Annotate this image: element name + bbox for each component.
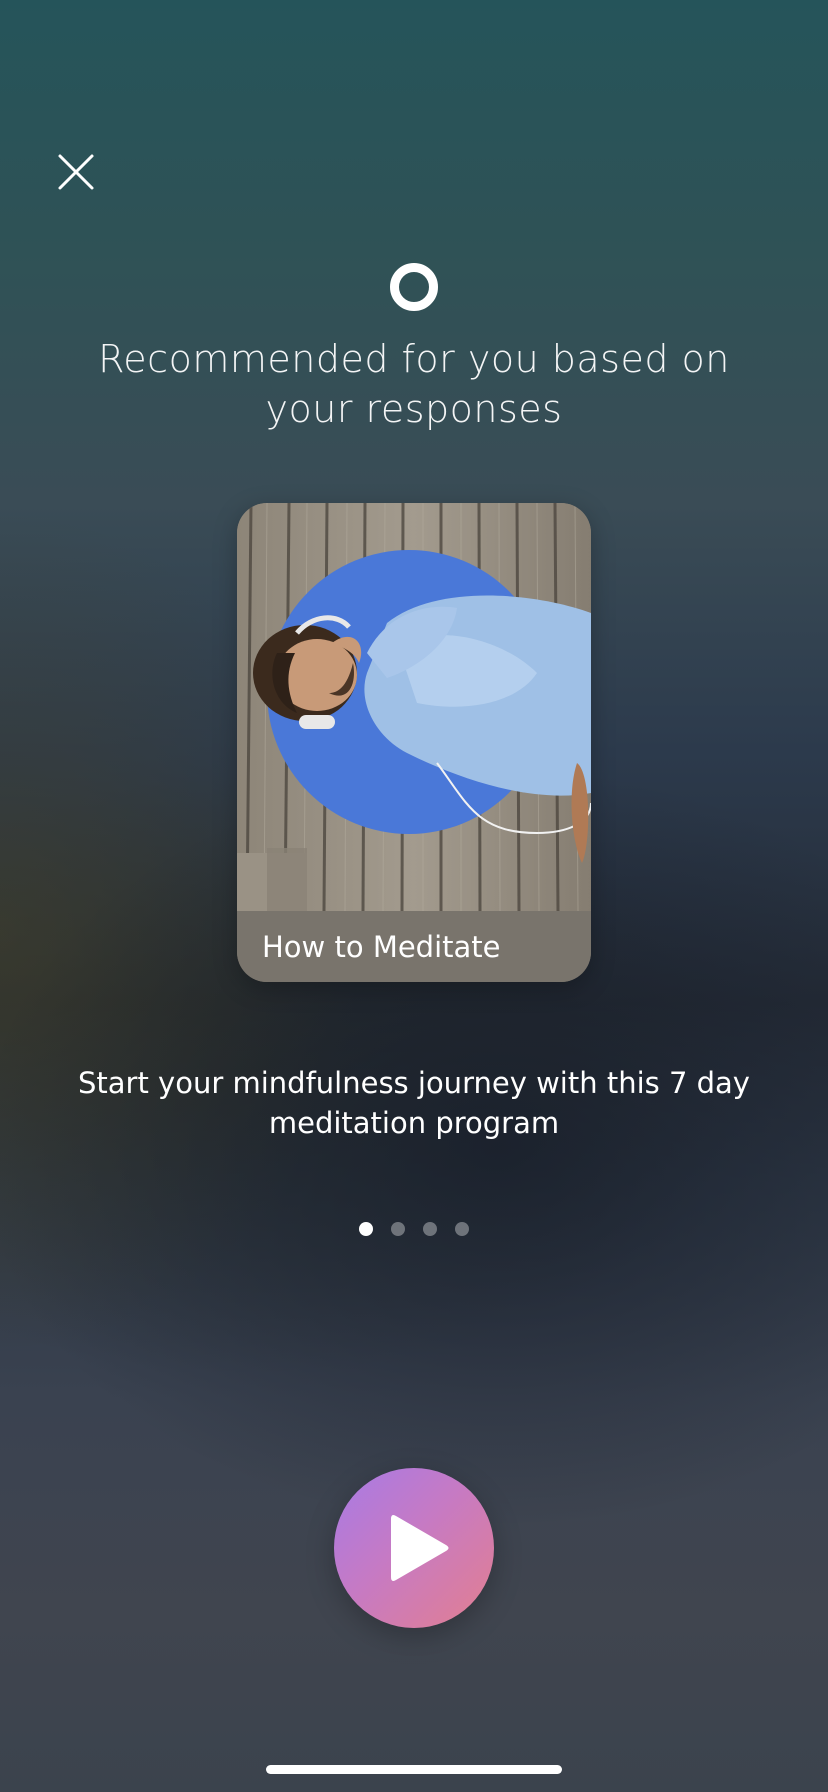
program-card[interactable]: How to Meditate — [237, 503, 591, 982]
page-indicator — [0, 1222, 828, 1236]
program-description: Start your mindfulness journey with this… — [78, 1066, 750, 1140]
page-dot-1[interactable] — [359, 1222, 373, 1236]
home-indicator[interactable] — [266, 1765, 562, 1774]
play-icon — [391, 1515, 449, 1581]
close-icon — [58, 154, 94, 190]
play-button[interactable] — [334, 1468, 494, 1628]
card-title: How to Meditate — [262, 930, 501, 964]
ring-logo-icon — [390, 263, 438, 311]
card-image — [237, 503, 591, 911]
close-button[interactable] — [52, 148, 100, 196]
page-dot-4[interactable] — [455, 1222, 469, 1236]
meditation-photo — [237, 503, 591, 911]
page-title: Recommended for you based on your respon… — [98, 337, 730, 431]
page-dot-2[interactable] — [391, 1222, 405, 1236]
card-label-bar: How to Meditate — [237, 911, 591, 982]
page-dot-3[interactable] — [423, 1222, 437, 1236]
